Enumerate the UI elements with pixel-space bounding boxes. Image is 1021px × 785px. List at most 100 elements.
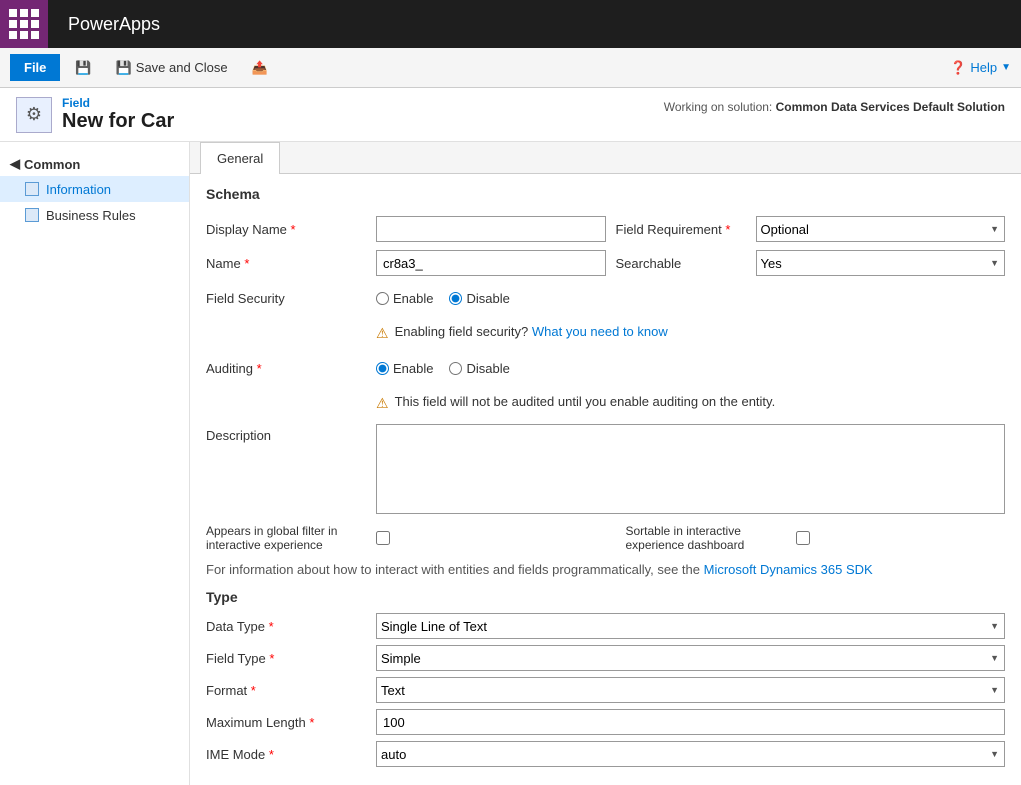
sidebar-section-common[interactable]: ◀ Common <box>0 152 189 176</box>
auditing-label: Auditing * <box>206 361 376 376</box>
searchable-col: Searchable Yes No <box>606 250 1006 276</box>
business-rules-icon <box>24 207 40 223</box>
ime-mode-select[interactable]: auto active inactive disabled <box>376 741 1005 767</box>
field-type-row: Field Type * Simple Calculated Rollup <box>206 645 1005 671</box>
export-icon: 📤 <box>252 60 268 76</box>
save-icon-button[interactable]: 💾 <box>66 56 100 80</box>
field-security-enable-radio[interactable] <box>376 292 389 305</box>
info-list-icon <box>25 182 39 196</box>
auditing-disable-label: Disable <box>466 361 509 376</box>
help-icon: ❓ <box>950 60 966 76</box>
field-type-required: * <box>269 651 274 666</box>
sortable-checkbox[interactable] <box>796 531 810 545</box>
field-security-enable-option[interactable]: Enable <box>376 291 433 306</box>
tab-general[interactable]: General <box>200 142 280 174</box>
warning-icon: ⚠ <box>376 325 389 342</box>
help-button[interactable]: ❓ Help ▼ <box>950 60 1011 76</box>
searchable-field: Yes No <box>756 250 1006 276</box>
name-col: Name * <box>206 250 606 276</box>
sidebar-item-label-information: Information <box>46 182 111 197</box>
field-requirement-select-wrapper: Optional Business Recommended Business R… <box>756 216 1006 242</box>
filter-row: Appears in global filter in interactive … <box>206 524 1005 552</box>
ime-mode-field: auto active inactive disabled <box>376 741 1005 767</box>
apps-icon[interactable] <box>0 0 48 48</box>
ime-mode-select-wrapper: auto active inactive disabled <box>376 741 1005 767</box>
entity-type: Field <box>62 96 174 110</box>
field-requirement-select[interactable]: Optional Business Recommended Business R… <box>756 216 1006 242</box>
name-row: Name * Searchable Yes <box>206 250 1005 276</box>
field-security-link[interactable]: What you need to know <box>532 324 668 339</box>
auditing-radio-group: Enable Disable <box>376 361 510 376</box>
app-title: PowerApps <box>48 14 180 35</box>
global-filter-label: Appears in global filter in interactive … <box>206 524 376 552</box>
field-type-select[interactable]: Simple Calculated Rollup <box>376 645 1005 671</box>
format-row: Format * Text Email URL Phone <box>206 677 1005 703</box>
field-requirement-label: Field Requirement * <box>606 222 756 237</box>
rules-list-icon <box>25 208 39 222</box>
format-field: Text Email URL Phone <box>376 677 1005 703</box>
save-icon: 💾 <box>75 60 91 76</box>
format-label: Format * <box>206 683 376 698</box>
global-filter-col: Appears in global filter in interactive … <box>206 524 606 552</box>
auditing-field: Enable Disable <box>376 361 1005 376</box>
file-button[interactable]: File <box>10 54 60 81</box>
sidebar-item-information[interactable]: Information <box>0 176 189 202</box>
field-type-label: Field Type * <box>206 651 376 666</box>
collapse-icon: ◀ <box>10 156 20 172</box>
name-input[interactable] <box>376 250 606 276</box>
display-name-required: * <box>291 222 296 237</box>
field-security-warning: ⚠ Enabling field security? What you need… <box>376 320 1005 346</box>
field-security-row: Field Security Enable Disable <box>206 284 1005 312</box>
auditing-disable-option[interactable]: Disable <box>449 361 509 376</box>
auditing-enable-radio[interactable] <box>376 362 389 375</box>
searchable-select[interactable]: Yes No <box>756 250 1006 276</box>
searchable-label: Searchable <box>606 256 756 271</box>
display-name-input[interactable] <box>376 216 606 242</box>
data-type-label: Data Type * <box>206 619 376 634</box>
field-security-warning-text: Enabling field security? What you need t… <box>395 324 668 339</box>
max-length-row: Maximum Length * <box>206 709 1005 735</box>
ime-mode-required: * <box>269 747 274 762</box>
type-header: Type <box>206 589 1005 605</box>
field-security-field: Enable Disable <box>376 291 1005 306</box>
global-filter-checkbox[interactable] <box>376 531 390 545</box>
solution-info: Working on solution: Common Data Service… <box>664 96 1005 114</box>
name-field <box>376 250 606 276</box>
body-layout: ◀ Common Information Business Rules Gene… <box>0 142 1021 785</box>
max-length-input[interactable] <box>376 709 1005 735</box>
auditing-row: Auditing * Enable Disable <box>206 354 1005 382</box>
data-type-required: * <box>269 619 274 634</box>
max-length-label: Maximum Length * <box>206 715 376 730</box>
description-label: Description <box>206 424 376 443</box>
field-security-disable-option[interactable]: Disable <box>449 291 509 306</box>
field-type-select-wrapper: Simple Calculated Rollup <box>376 645 1005 671</box>
description-textarea[interactable] <box>376 424 1005 514</box>
field-security-label: Field Security <box>206 291 376 306</box>
content-header: ⚙ Field New for Car Working on solution:… <box>0 88 1021 142</box>
entity-icon: ⚙ <box>16 97 52 133</box>
field-security-disable-radio[interactable] <box>449 292 462 305</box>
auditing-enable-label: Enable <box>393 361 433 376</box>
sidebar-item-label-business-rules: Business Rules <box>46 208 136 223</box>
data-type-select[interactable]: Single Line of Text Multiple Lines of Te… <box>376 613 1005 639</box>
display-name-row: Display Name * Field Requirement * <box>206 216 1005 242</box>
solution-label: Working on solution: <box>664 100 773 114</box>
sidebar-section-label: Common <box>24 157 80 172</box>
tab-general-label: General <box>217 151 263 166</box>
max-length-field <box>376 709 1005 735</box>
name-label: Name * <box>206 256 376 271</box>
sdk-link[interactable]: Microsoft Dynamics 365 SDK <box>704 562 873 577</box>
auditing-warning: ⚠ This field will not be audited until y… <box>376 390 1005 416</box>
waffle-grid <box>9 9 39 39</box>
save-close-button[interactable]: 💾 Save and Close <box>107 56 237 80</box>
sidebar-item-business-rules[interactable]: Business Rules <box>0 202 189 228</box>
auditing-disable-radio[interactable] <box>449 362 462 375</box>
entity-label: Field New for Car <box>62 96 174 133</box>
top-bar: PowerApps <box>0 0 1021 48</box>
auditing-enable-option[interactable]: Enable <box>376 361 433 376</box>
field-security-disable-label: Disable <box>466 291 509 306</box>
auditing-warning-icon: ⚠ <box>376 395 389 412</box>
export-button[interactable]: 📤 <box>243 56 277 80</box>
save-icon2: 💾 <box>116 60 132 76</box>
format-select[interactable]: Text Email URL Phone <box>376 677 1005 703</box>
